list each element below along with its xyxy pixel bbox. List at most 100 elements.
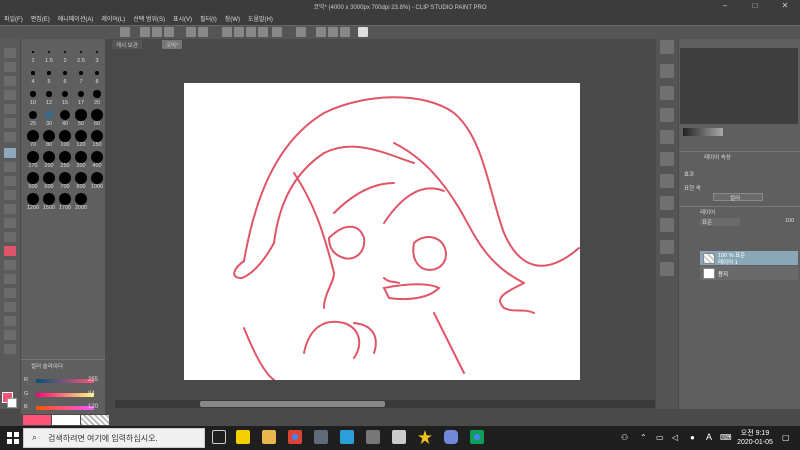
help-icon[interactable] — [358, 27, 368, 37]
color-wheel-icon[interactable] — [660, 130, 674, 144]
correct-line-tool-icon[interactable] — [4, 344, 16, 354]
auto-select-tool-icon[interactable] — [4, 118, 16, 128]
b-slider[interactable] — [36, 406, 94, 410]
blend-tool-icon[interactable] — [4, 232, 16, 242]
input-language[interactable]: A — [706, 432, 712, 442]
layer-property-icon[interactable] — [660, 240, 674, 254]
clip-studio-taskbar-icon[interactable] — [366, 430, 380, 444]
undo-icon[interactable] — [186, 27, 196, 37]
brush-size-dot[interactable] — [27, 130, 39, 142]
operation-tool-icon[interactable] — [4, 76, 16, 86]
move-layer-tool-icon[interactable] — [4, 90, 16, 100]
frame-tool-icon[interactable] — [4, 288, 16, 298]
brush-size-dot[interactable] — [32, 51, 34, 53]
material-icon[interactable] — [660, 174, 674, 188]
sub-tool-icon[interactable] — [660, 64, 674, 78]
windows-start-icon[interactable] — [6, 431, 20, 445]
brush-size-dot[interactable] — [47, 71, 51, 75]
brush-size-dot[interactable] — [44, 110, 54, 120]
brush-size-dot[interactable] — [43, 193, 55, 205]
menu-help[interactable]: 도움말(H) — [244, 14, 277, 23]
keyboard-icon[interactable]: ⌨ — [720, 433, 732, 442]
brush-size-dot[interactable] — [27, 151, 39, 163]
navigator-preview[interactable] — [680, 48, 798, 124]
menu-layer[interactable]: 레이어(L) — [97, 14, 129, 23]
zoom-tool-icon[interactable] — [4, 48, 16, 58]
menu-animation[interactable]: 애니메이션(A) — [54, 14, 98, 23]
open-file-icon[interactable] — [152, 27, 162, 37]
sub-color-swatch[interactable] — [7, 398, 17, 408]
transparent-color-box[interactable] — [81, 415, 109, 425]
app-icon-1[interactable] — [314, 430, 328, 444]
menu-edit[interactable]: 편집(E) — [27, 14, 54, 23]
r-slider[interactable] — [36, 379, 94, 383]
menu-view[interactable]: 표시(V) — [169, 14, 196, 23]
brush-size-dot[interactable] — [91, 109, 103, 121]
clear-icon[interactable] — [222, 27, 232, 37]
brush-size-dot[interactable] — [27, 172, 39, 184]
brush-size-dot[interactable] — [59, 193, 71, 205]
brush-size-dot[interactable] — [75, 172, 87, 184]
brush-size-dot[interactable] — [59, 109, 71, 121]
menu-filter[interactable]: 필터(I) — [196, 14, 221, 23]
notifications-icon[interactable]: ▢ — [782, 433, 790, 442]
figure-tool-icon[interactable] — [4, 274, 16, 284]
file-explorer-icon[interactable] — [262, 430, 276, 444]
brush-size-dot[interactable] — [91, 130, 103, 142]
minimize-button[interactable]: – — [710, 0, 740, 12]
gradient-tool-icon[interactable] — [4, 260, 16, 270]
brush-size-dot[interactable] — [75, 151, 87, 163]
tool-property-icon[interactable] — [660, 86, 674, 100]
color-dropdown[interactable]: 컬러 — [713, 193, 763, 202]
brush-size-dot[interactable] — [95, 50, 99, 54]
fill-tool-icon[interactable] — [4, 246, 16, 256]
brush-tool-icon[interactable] — [4, 176, 16, 186]
brush-size-dot[interactable] — [59, 151, 71, 163]
layer-icon[interactable] — [660, 262, 674, 276]
ruler-tool-icon[interactable] — [4, 302, 16, 312]
brush-size-dot[interactable] — [59, 172, 71, 184]
brush-size-dot[interactable] — [30, 91, 36, 97]
save-icon[interactable] — [164, 27, 174, 37]
new-file-icon[interactable] — [140, 27, 150, 37]
brush-size-dot[interactable] — [91, 151, 103, 163]
brush-size-dot[interactable] — [46, 91, 52, 97]
brush-size-dot[interactable] — [31, 71, 35, 75]
taskbar-clock[interactable]: 오전 9:19 2020-01-05 — [735, 429, 775, 447]
search-icon[interactable] — [660, 40, 674, 54]
brush-size-dot[interactable] — [43, 172, 55, 184]
brush-size-dot[interactable] — [77, 90, 85, 98]
close-button[interactable]: ✕ — [770, 0, 800, 12]
blend-mode-select[interactable]: 표준 — [700, 218, 740, 226]
people-icon[interactable]: ⚇ — [621, 433, 628, 442]
clip-studio-icon[interactable] — [120, 27, 130, 37]
current-color-box[interactable] — [23, 415, 51, 425]
brush-size-dot[interactable] — [59, 130, 71, 142]
balloon-tool-icon[interactable] — [4, 330, 16, 340]
scroll-thumb[interactable] — [200, 401, 385, 407]
selection-tool-icon[interactable] — [4, 104, 16, 114]
decoration-tool-icon[interactable] — [4, 204, 16, 214]
brush-size-dot[interactable] — [43, 130, 55, 142]
deselect-icon[interactable] — [272, 27, 282, 37]
brush-size-dot[interactable] — [91, 172, 103, 184]
clear-outside-icon[interactable] — [234, 27, 244, 37]
clip-studio-paint-taskbar-icon[interactable] — [392, 430, 406, 444]
snap-ruler-icon[interactable] — [316, 27, 326, 37]
brush-size-dot[interactable] — [27, 193, 39, 205]
brush-size-dot[interactable] — [75, 130, 87, 142]
mic-icon[interactable]: ● — [690, 433, 695, 442]
horizontal-scrollbar[interactable] — [115, 400, 655, 408]
brush-size-dot[interactable] — [43, 151, 55, 163]
brush-size-dot[interactable] — [79, 50, 83, 54]
menu-file[interactable]: 파일(F) — [0, 14, 27, 23]
brush-size-dot[interactable] — [63, 71, 67, 75]
drawing-canvas[interactable] — [184, 83, 580, 381]
task-view-icon[interactable] — [212, 430, 226, 444]
snap-grid-icon[interactable] — [340, 27, 350, 37]
redo-icon[interactable] — [198, 27, 208, 37]
brush-size-dot[interactable] — [94, 70, 100, 76]
transform-icon[interactable] — [258, 27, 268, 37]
menu-selection[interactable]: 선택 범위(S) — [129, 14, 169, 23]
snap-special-ruler-icon[interactable] — [328, 27, 338, 37]
